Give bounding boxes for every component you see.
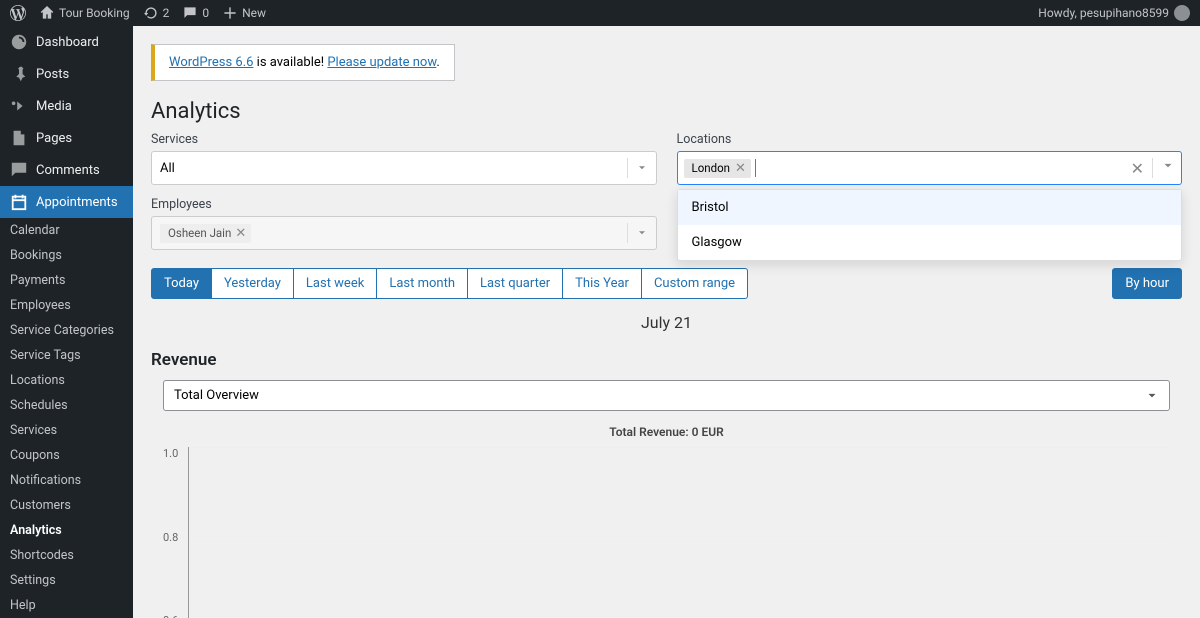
range-tab[interactable]: This Year	[562, 268, 642, 299]
dashboard-icon	[10, 33, 28, 51]
chevron-down-icon[interactable]	[1161, 159, 1175, 177]
submenu-item[interactable]: Notifications	[0, 468, 133, 493]
submenu-item[interactable]: Locations	[0, 368, 133, 393]
avatar	[1174, 5, 1190, 21]
submenu-item[interactable]: Shortcodes	[0, 543, 133, 568]
remove-tag-icon[interactable]: ✕	[735, 161, 746, 176]
y-tick: 0.8	[163, 531, 178, 544]
page-title: Analytics	[151, 99, 1182, 124]
by-hour-button[interactable]: By hour	[1112, 268, 1182, 299]
employee-tag: Osheen Jain ✕	[160, 224, 251, 243]
menu-dashboard[interactable]: Dashboard	[0, 26, 133, 58]
submenu-item[interactable]: Service Categories	[0, 318, 133, 343]
refresh-icon	[144, 6, 158, 20]
employees-select[interactable]: Osheen Jain ✕	[151, 216, 657, 250]
locations-label: Locations	[677, 132, 1183, 147]
update-notice: WordPress 6.6 is available! Please updat…	[151, 44, 455, 81]
wp-logo-menu[interactable]	[10, 5, 26, 21]
updates-link[interactable]: 2	[144, 6, 170, 20]
home-icon	[40, 6, 54, 20]
submenu-item[interactable]: Payments	[0, 268, 133, 293]
site-link[interactable]: Tour Booking	[40, 6, 130, 20]
chevron-down-icon	[627, 158, 648, 178]
range-tab[interactable]: Last month	[376, 268, 468, 299]
page-icon	[10, 129, 28, 147]
submenu-item[interactable]: Coupons	[0, 443, 133, 468]
menu-comments[interactable]: Comments	[0, 154, 133, 186]
menu-appointments[interactable]: Appointments	[0, 186, 133, 218]
revenue-chart: Total Revenue: 0 EUR 1.0 0.8 0.6	[163, 425, 1170, 618]
submenu-item[interactable]: Service Tags	[0, 343, 133, 368]
wordpress-icon	[10, 5, 26, 21]
text-cursor	[755, 159, 756, 177]
dropdown-option[interactable]: Glasgow	[678, 225, 1182, 260]
services-select[interactable]: All	[151, 151, 657, 185]
clear-icon[interactable]: ✕	[1131, 159, 1144, 178]
dropdown-option[interactable]: Bristol	[678, 190, 1182, 225]
employees-label: Employees	[151, 197, 657, 212]
chevron-down-icon	[627, 223, 648, 243]
date-display: July 21	[151, 313, 1182, 332]
update-now-link[interactable]: Please update now	[327, 55, 436, 70]
y-tick: 1.0	[163, 447, 178, 460]
range-tab[interactable]: Last quarter	[467, 268, 563, 299]
comments-icon	[10, 161, 28, 179]
submenu-item[interactable]: Analytics	[0, 518, 133, 543]
account-link[interactable]: Howdy, pesupihano8599	[1038, 5, 1190, 21]
range-tab[interactable]: Yesterday	[211, 268, 294, 299]
services-label: Services	[151, 132, 657, 147]
plus-icon	[223, 6, 237, 20]
menu-media[interactable]: Media	[0, 90, 133, 122]
submenu-item[interactable]: Services	[0, 418, 133, 443]
pin-icon	[10, 65, 28, 83]
submenu-item[interactable]: Help	[0, 593, 133, 618]
admin-sidebar: Dashboard Posts Media Pages Comments App…	[0, 26, 133, 618]
menu-pages[interactable]: Pages	[0, 122, 133, 154]
range-tab[interactable]: Last week	[293, 268, 377, 299]
submenu-item[interactable]: Customers	[0, 493, 133, 518]
chart-title: Total Revenue: 0 EUR	[163, 425, 1170, 439]
chart-plot	[188, 447, 1170, 618]
remove-tag-icon[interactable]: ✕	[235, 226, 246, 241]
site-name: Tour Booking	[59, 6, 130, 20]
wp-version-link[interactable]: WordPress 6.6	[169, 55, 253, 70]
new-label: New	[242, 6, 266, 20]
submenu-item[interactable]: Settings	[0, 568, 133, 593]
new-content-link[interactable]: New	[223, 6, 266, 20]
submenu-item[interactable]: Calendar	[0, 218, 133, 243]
comments-link[interactable]: 0	[183, 6, 209, 20]
range-tab[interactable]: Today	[151, 268, 212, 299]
revenue-title: Revenue	[151, 350, 1182, 370]
comment-icon	[183, 6, 197, 20]
media-icon	[10, 97, 28, 115]
submenu-item[interactable]: Employees	[0, 293, 133, 318]
howdy-text: Howdy, pesupihano8599	[1038, 6, 1169, 20]
calendar-icon	[10, 193, 28, 211]
menu-posts[interactable]: Posts	[0, 58, 133, 90]
submenu-item[interactable]: Bookings	[0, 243, 133, 268]
comments-count: 0	[202, 6, 209, 20]
y-tick: 0.6	[163, 614, 178, 618]
y-axis: 1.0 0.8 0.6	[163, 447, 188, 618]
date-range-tabs: TodayYesterdayLast weekLast monthLast qu…	[151, 268, 748, 299]
location-tag: London ✕	[684, 159, 751, 178]
submenu-item[interactable]: Schedules	[0, 393, 133, 418]
range-tab[interactable]: Custom range	[641, 268, 748, 299]
locations-dropdown: Bristol Glasgow	[677, 189, 1183, 261]
chart-overview-select[interactable]: Total Overview	[163, 380, 1170, 411]
locations-select[interactable]: London ✕ ✕	[677, 151, 1183, 185]
updates-count: 2	[163, 6, 170, 20]
chevron-down-icon	[1145, 389, 1159, 403]
